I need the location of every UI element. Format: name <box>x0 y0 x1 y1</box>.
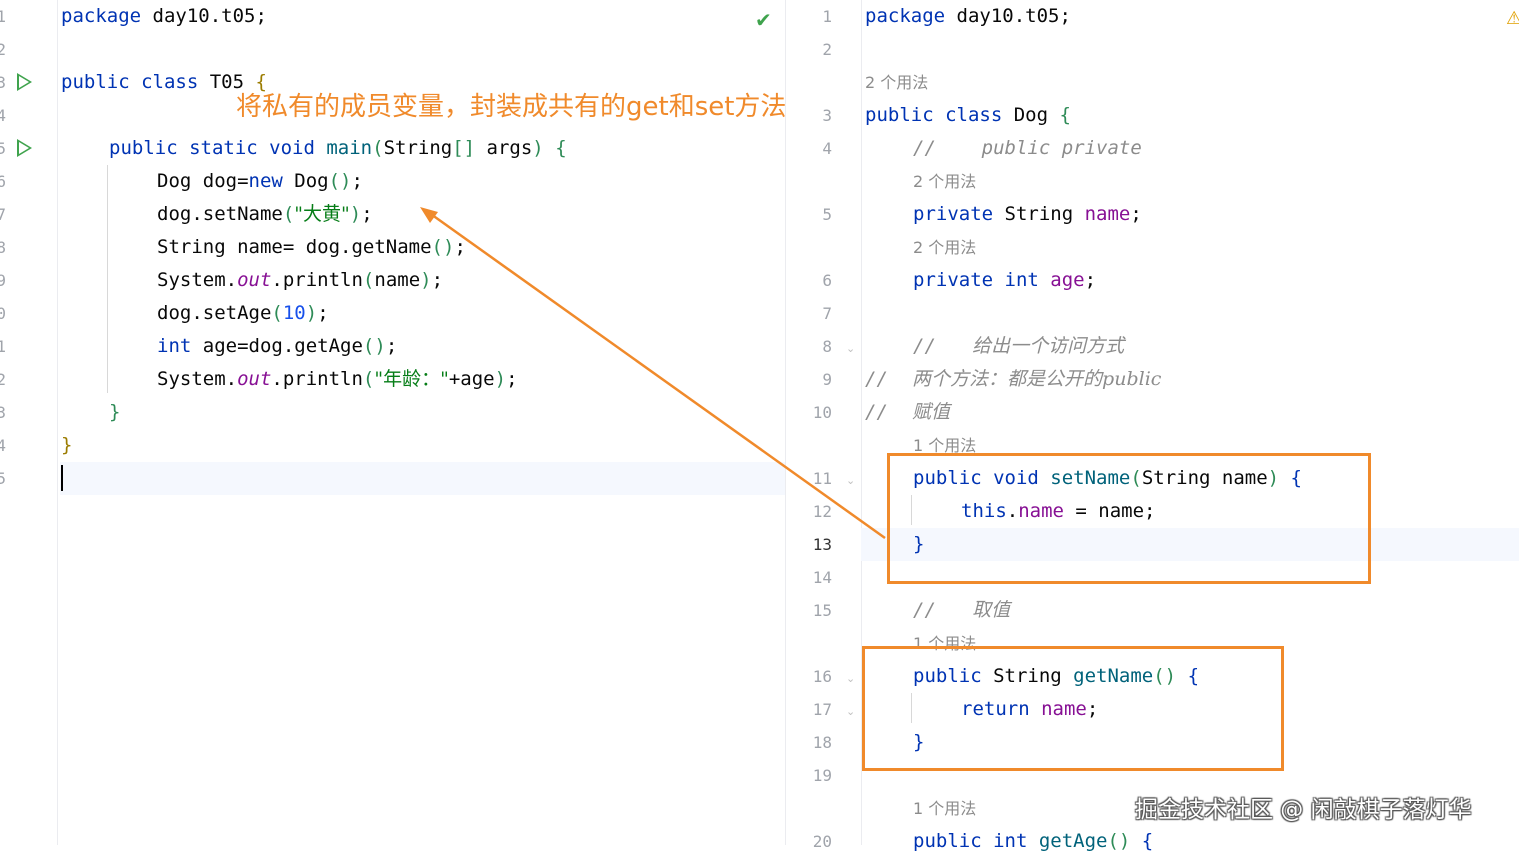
arrow-line <box>427 210 886 540</box>
annotation-arrow <box>420 207 886 540</box>
arrow-head <box>420 207 438 223</box>
watermark: 掘金技术社区 @ 闲敲棋子落灯华 <box>1135 797 1472 823</box>
